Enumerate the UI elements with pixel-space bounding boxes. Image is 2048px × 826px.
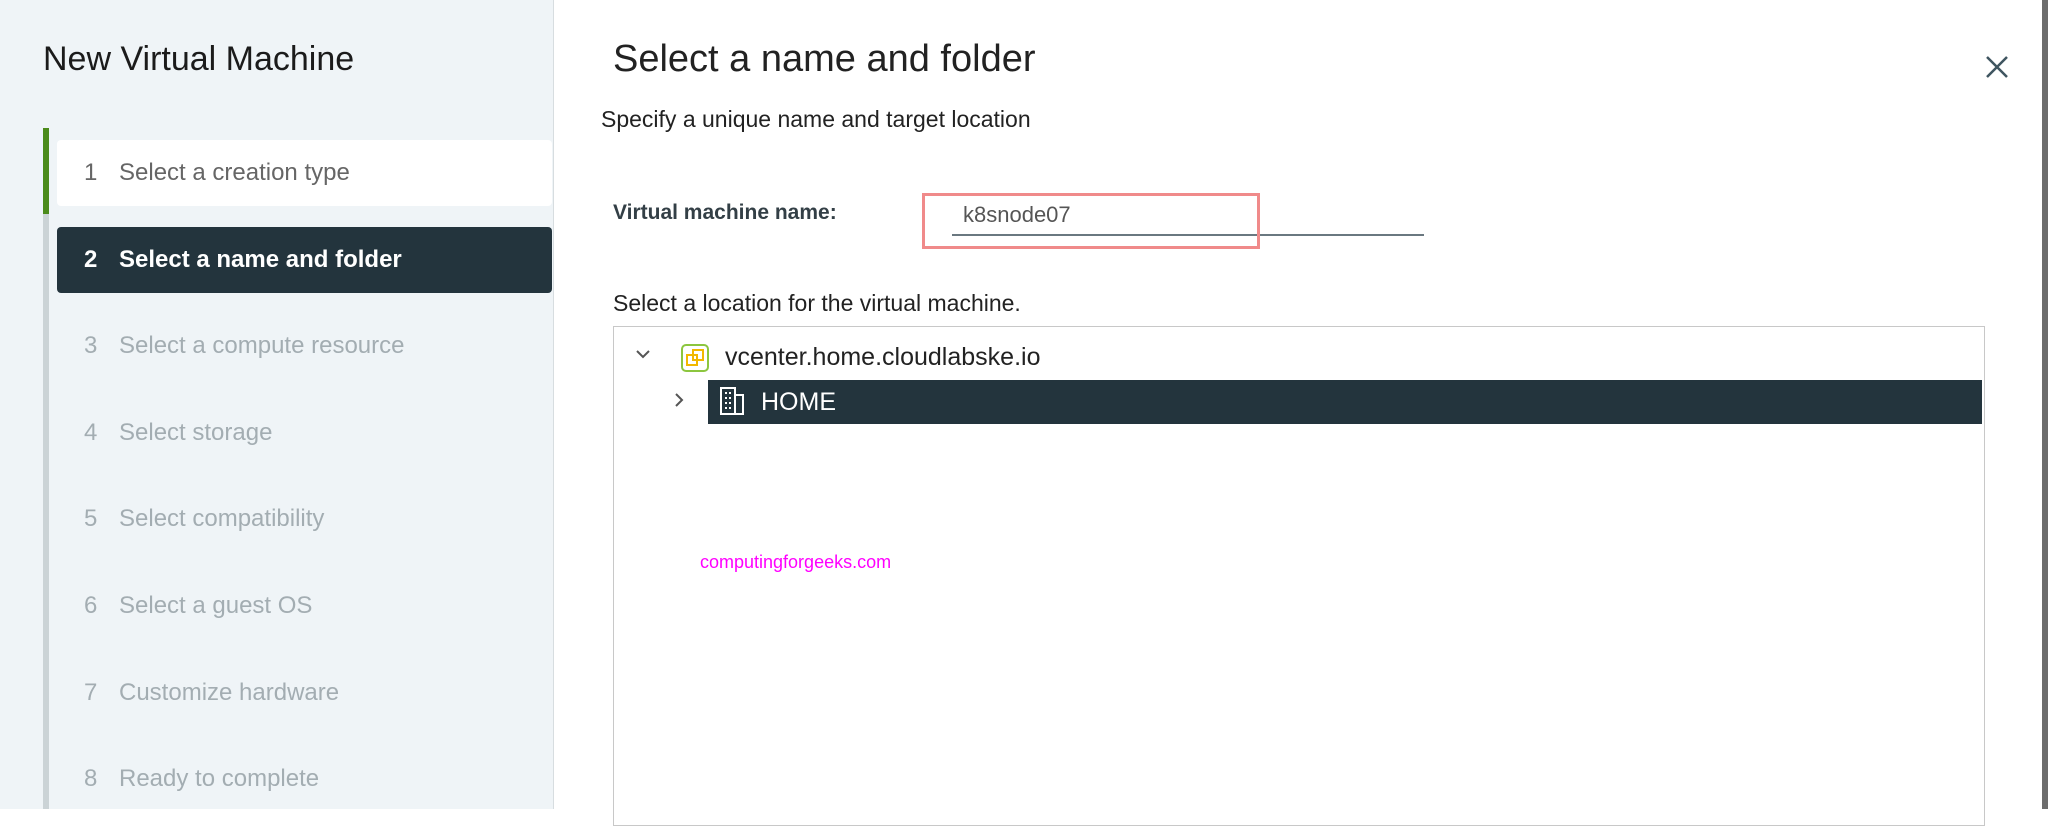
step-label: Select a compute resource (119, 332, 405, 360)
step-number: 2 (84, 245, 98, 273)
close-icon[interactable] (1982, 52, 2012, 82)
location-tree: vcenter.home.cloudlabske.io HOME (613, 326, 1985, 826)
new-vm-dialog: New Virtual Machine 1 Select a creation t… (0, 0, 2042, 826)
wizard-sidebar: New Virtual Machine 1 Select a creation t… (0, 0, 554, 809)
step-label: Select a name and folder (119, 245, 402, 273)
wizard-title: New Virtual Machine (43, 40, 355, 78)
page-title: Select a name and folder (613, 38, 1036, 80)
tree-node-home[interactable]: HOME (708, 380, 1982, 424)
vm-name-label: Virtual machine name: (613, 201, 837, 224)
step-number: 5 (84, 505, 98, 533)
wizard-step-3: 3 Select a compute resource (57, 313, 552, 379)
step-label: Select storage (119, 418, 273, 446)
step-number: 8 (84, 765, 98, 793)
progress-rail (43, 128, 49, 809)
datacenter-icon (720, 387, 744, 422)
background-edge (2042, 0, 2048, 809)
wizard-step-5: 5 Select compatibility (57, 486, 552, 552)
chevron-down-icon[interactable] (634, 345, 652, 369)
step-label: Select compatibility (119, 505, 325, 533)
location-label: Select a location for the virtual machin… (613, 290, 1021, 316)
wizard-step-1[interactable]: 1 Select a creation type (57, 140, 552, 206)
tree-node-label: HOME (761, 387, 836, 416)
watermark: computingforgeeks.com (700, 552, 892, 572)
wizard-step-8: 8 Ready to complete (57, 746, 552, 812)
step-label: Select a guest OS (119, 592, 313, 619)
wizard-step-7: 7 Customize hardware (57, 660, 552, 726)
wizard-step-4: 4 Select storage (57, 400, 552, 466)
step-label: Customize hardware (119, 678, 340, 706)
chevron-right-icon[interactable] (670, 391, 688, 415)
step-number: 6 (84, 592, 98, 619)
page-subtitle: Specify a unique name and target locatio… (601, 106, 1031, 132)
tree-node-label: vcenter.home.cloudlabske.io (725, 342, 1041, 371)
vm-name-input[interactable] (952, 196, 1424, 236)
progress-rail-done (43, 128, 49, 214)
step-number: 1 (84, 159, 98, 186)
step-label: Ready to complete (119, 765, 320, 793)
wizard-step-2[interactable]: 2 Select a name and folder (57, 226, 552, 293)
step-number: 7 (84, 678, 98, 706)
step-number: 3 (84, 332, 98, 360)
wizard-step-6: 6 Select a guest OS (57, 573, 552, 639)
step-label: Select a creation type (119, 159, 350, 186)
tree-node-vcenter[interactable]: vcenter.home.cloudlabske.io (614, 335, 1984, 379)
vcenter-icon (680, 343, 710, 380)
step-number: 4 (84, 418, 98, 446)
